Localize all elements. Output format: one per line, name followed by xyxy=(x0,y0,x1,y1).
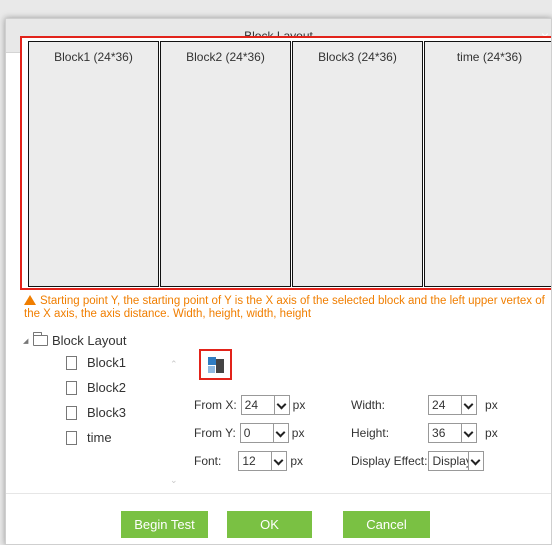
preview-block-2[interactable]: Block2 (24*36) xyxy=(160,41,291,287)
chevron-down-icon[interactable] xyxy=(274,395,290,415)
tree-item-label: Block3 xyxy=(87,405,127,420)
unit-label: px xyxy=(290,454,304,468)
preview-blocks: Block1 (24*36) Block2 (24*36) Block3 (24… xyxy=(28,41,551,287)
chevron-down-icon[interactable] xyxy=(273,423,289,443)
tree-item-label: Block2 xyxy=(87,380,127,395)
display-effect-label: Display Effect: xyxy=(351,454,428,468)
tree-item-time[interactable]: time xyxy=(23,425,173,450)
unit-label: px xyxy=(485,426,498,440)
chevron-down-icon[interactable] xyxy=(469,451,485,471)
unit-label: px xyxy=(291,426,305,440)
begin-test-button[interactable]: Begin Test xyxy=(121,511,208,538)
block-layout-dialog: Block Layout × Block1 (24*36) Block2 (24… xyxy=(5,18,552,545)
display-effect-select[interactable]: Display Ir xyxy=(428,451,485,471)
width-field: Width: 24 px xyxy=(351,395,498,415)
from-y-label: From Y: xyxy=(194,426,236,440)
height-select[interactable]: 36 xyxy=(428,423,478,443)
font-label: Font: xyxy=(194,454,222,468)
unit-label: px xyxy=(292,398,306,412)
scroll-up-icon[interactable]: ⌃ xyxy=(170,359,178,370)
tree-item-block1[interactable]: Block1 xyxy=(23,350,173,375)
width-value[interactable]: 24 xyxy=(428,395,463,415)
unit-label: px xyxy=(485,398,498,412)
width-label: Width: xyxy=(351,398,386,412)
tree-root[interactable]: ◢ Block Layout xyxy=(23,331,173,350)
warning-text: Starting point Y, the starting point of … xyxy=(24,295,545,320)
display-effect-field: Display Effect: Display Ir xyxy=(351,451,485,471)
tree-item-label: time xyxy=(87,430,112,445)
layout-icon xyxy=(207,356,224,373)
dialog-footer: Begin Test OK Cancel xyxy=(121,511,449,538)
preview-block-3[interactable]: Block3 (24*36) xyxy=(292,41,423,287)
tree-item-block3[interactable]: Block3 xyxy=(23,400,173,425)
height-label: Height: xyxy=(351,426,390,440)
tree-root-label: Block Layout xyxy=(52,333,127,348)
height-value[interactable]: 36 xyxy=(428,423,463,443)
footer-divider xyxy=(6,493,551,494)
file-icon xyxy=(66,405,77,420)
preview-block-time[interactable]: time (24*36) xyxy=(424,41,551,287)
from-y-select[interactable]: 0 xyxy=(239,423,289,443)
from-y-value[interactable]: 0 xyxy=(239,423,274,443)
cancel-button[interactable]: Cancel xyxy=(343,511,430,538)
font-field: Font: 12 px xyxy=(194,451,303,471)
folder-icon xyxy=(33,332,48,346)
scroll-down-icon[interactable]: ⌄ xyxy=(170,475,178,486)
warning-icon xyxy=(24,295,36,305)
block-tree: ◢ Block Layout Block1 Block2 Block3 time xyxy=(23,331,173,450)
from-x-value[interactable]: 24 xyxy=(240,395,275,415)
file-icon xyxy=(66,355,77,370)
chevron-down-icon[interactable] xyxy=(272,451,288,471)
block-properties-form: From X: 24 px From Y: 0 px Font: 12 px W xyxy=(194,395,524,485)
collapse-triangle-icon[interactable]: ◢ xyxy=(23,337,33,345)
from-y-field: From Y: 0 px xyxy=(194,423,304,443)
tree-item-label: Block1 xyxy=(87,355,127,370)
display-effect-value[interactable]: Display Ir xyxy=(428,451,470,471)
from-x-select[interactable]: 24 xyxy=(240,395,290,415)
font-value[interactable]: 12 xyxy=(238,451,273,471)
from-x-label: From X: xyxy=(194,398,237,412)
height-field: Height: 36 px xyxy=(351,423,498,443)
layout-tool-button[interactable] xyxy=(199,349,232,380)
warning-message: Starting point Y, the starting point of … xyxy=(24,295,551,321)
chevron-down-icon[interactable] xyxy=(462,423,478,443)
file-icon xyxy=(66,430,77,445)
from-x-field: From X: 24 px xyxy=(194,395,305,415)
preview-block-1[interactable]: Block1 (24*36) xyxy=(28,41,159,287)
ok-button[interactable]: OK xyxy=(227,511,312,538)
tree-item-block2[interactable]: Block2 xyxy=(23,375,173,400)
width-select[interactable]: 24 xyxy=(428,395,478,415)
font-select[interactable]: 12 xyxy=(238,451,288,471)
layout-preview: Block1 (24*36) Block2 (24*36) Block3 (24… xyxy=(20,36,551,290)
chevron-down-icon[interactable] xyxy=(462,395,478,415)
file-icon xyxy=(66,380,77,395)
